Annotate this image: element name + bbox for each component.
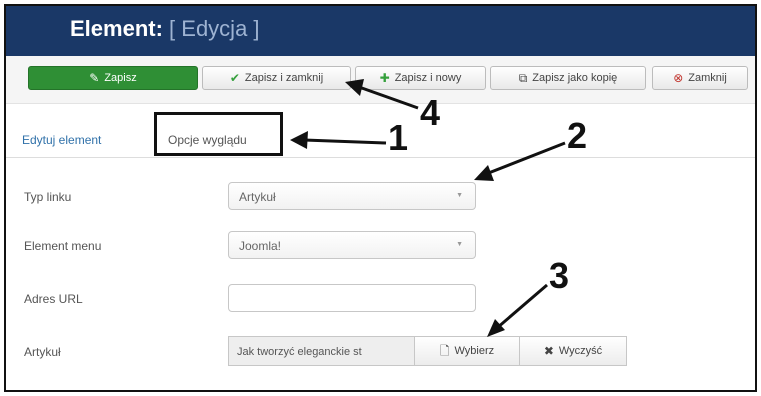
callout-3: 3 [549,255,570,296]
close-button-label: Zamknij [688,72,727,84]
toolbar: ✎ Zapisz ✔ Zapisz i zamknij ✚ Zapisz i n… [6,56,755,104]
save-and-new-label: Zapisz i nowy [394,72,462,84]
save-button[interactable]: ✎ Zapisz [28,66,198,90]
save-and-close-button[interactable]: ✔ Zapisz i zamknij [202,66,351,90]
tab-highlight-box [154,112,283,156]
plus-icon: ✚ [379,71,390,85]
check-icon: ✔ [229,71,240,85]
page-header: Element: [ Edycja ] [6,6,755,56]
tab-bar: Edytuj element Opcje wyglądu [6,104,755,158]
menu-item-select[interactable]: Joomla! ▼ [228,231,476,259]
page-title: Element: [ Edycja ] [70,16,260,42]
times-icon: ✖ [543,344,554,358]
save-and-close-label: Zapisz i zamknij [244,72,324,84]
clear-article-button[interactable]: ✖ Wyczyść [519,336,627,366]
link-type-select[interactable]: Artykuł ▼ [228,182,476,210]
save-as-copy-label: Zapisz jako kopię [532,72,618,84]
callout-1: 1 [388,117,409,158]
save-and-new-button[interactable]: ✚ Zapisz i nowy [355,66,486,90]
callout-4: 4 [420,92,441,133]
link-type-label: Typ linku [24,190,72,204]
page-title-main: Element: [70,16,163,41]
close-circle-icon: ⊗ [673,71,684,85]
url-label: Adres URL [24,292,83,306]
menu-item-label: Element menu [24,239,102,253]
link-type-value: Artykuł [239,190,276,204]
screenshot-frame: Element: [ Edycja ] ✎ Zapisz ✔ Zapisz i … [4,4,757,392]
url-input[interactable] [228,284,476,312]
edit-icon: ✎ [89,71,100,85]
save-button-label: Zapisz [104,72,137,84]
save-as-copy-button[interactable]: ⧉ Zapisz jako kopię [490,66,646,90]
article-field: Jak tworzyć eleganckie st [228,336,414,366]
article-label: Artykuł [24,345,61,359]
select-article-label: Wybierz [454,345,495,357]
tab-edit-item[interactable]: Edytuj element [22,133,101,147]
page-title-mode: [ Edycja ] [169,16,260,41]
caret-down-icon: ▼ [456,192,463,199]
caret-down-icon: ▼ [456,241,463,248]
select-article-button[interactable]: 🗋 Wybierz [414,336,520,366]
clear-article-label: Wyczyść [558,345,603,357]
menu-item-value: Joomla! [239,239,282,253]
callout-2: 2 [567,115,588,156]
close-button[interactable]: ⊗ Zamknij [652,66,748,90]
file-icon: 🗋 [439,344,450,358]
copy-icon: ⧉ [518,71,528,85]
